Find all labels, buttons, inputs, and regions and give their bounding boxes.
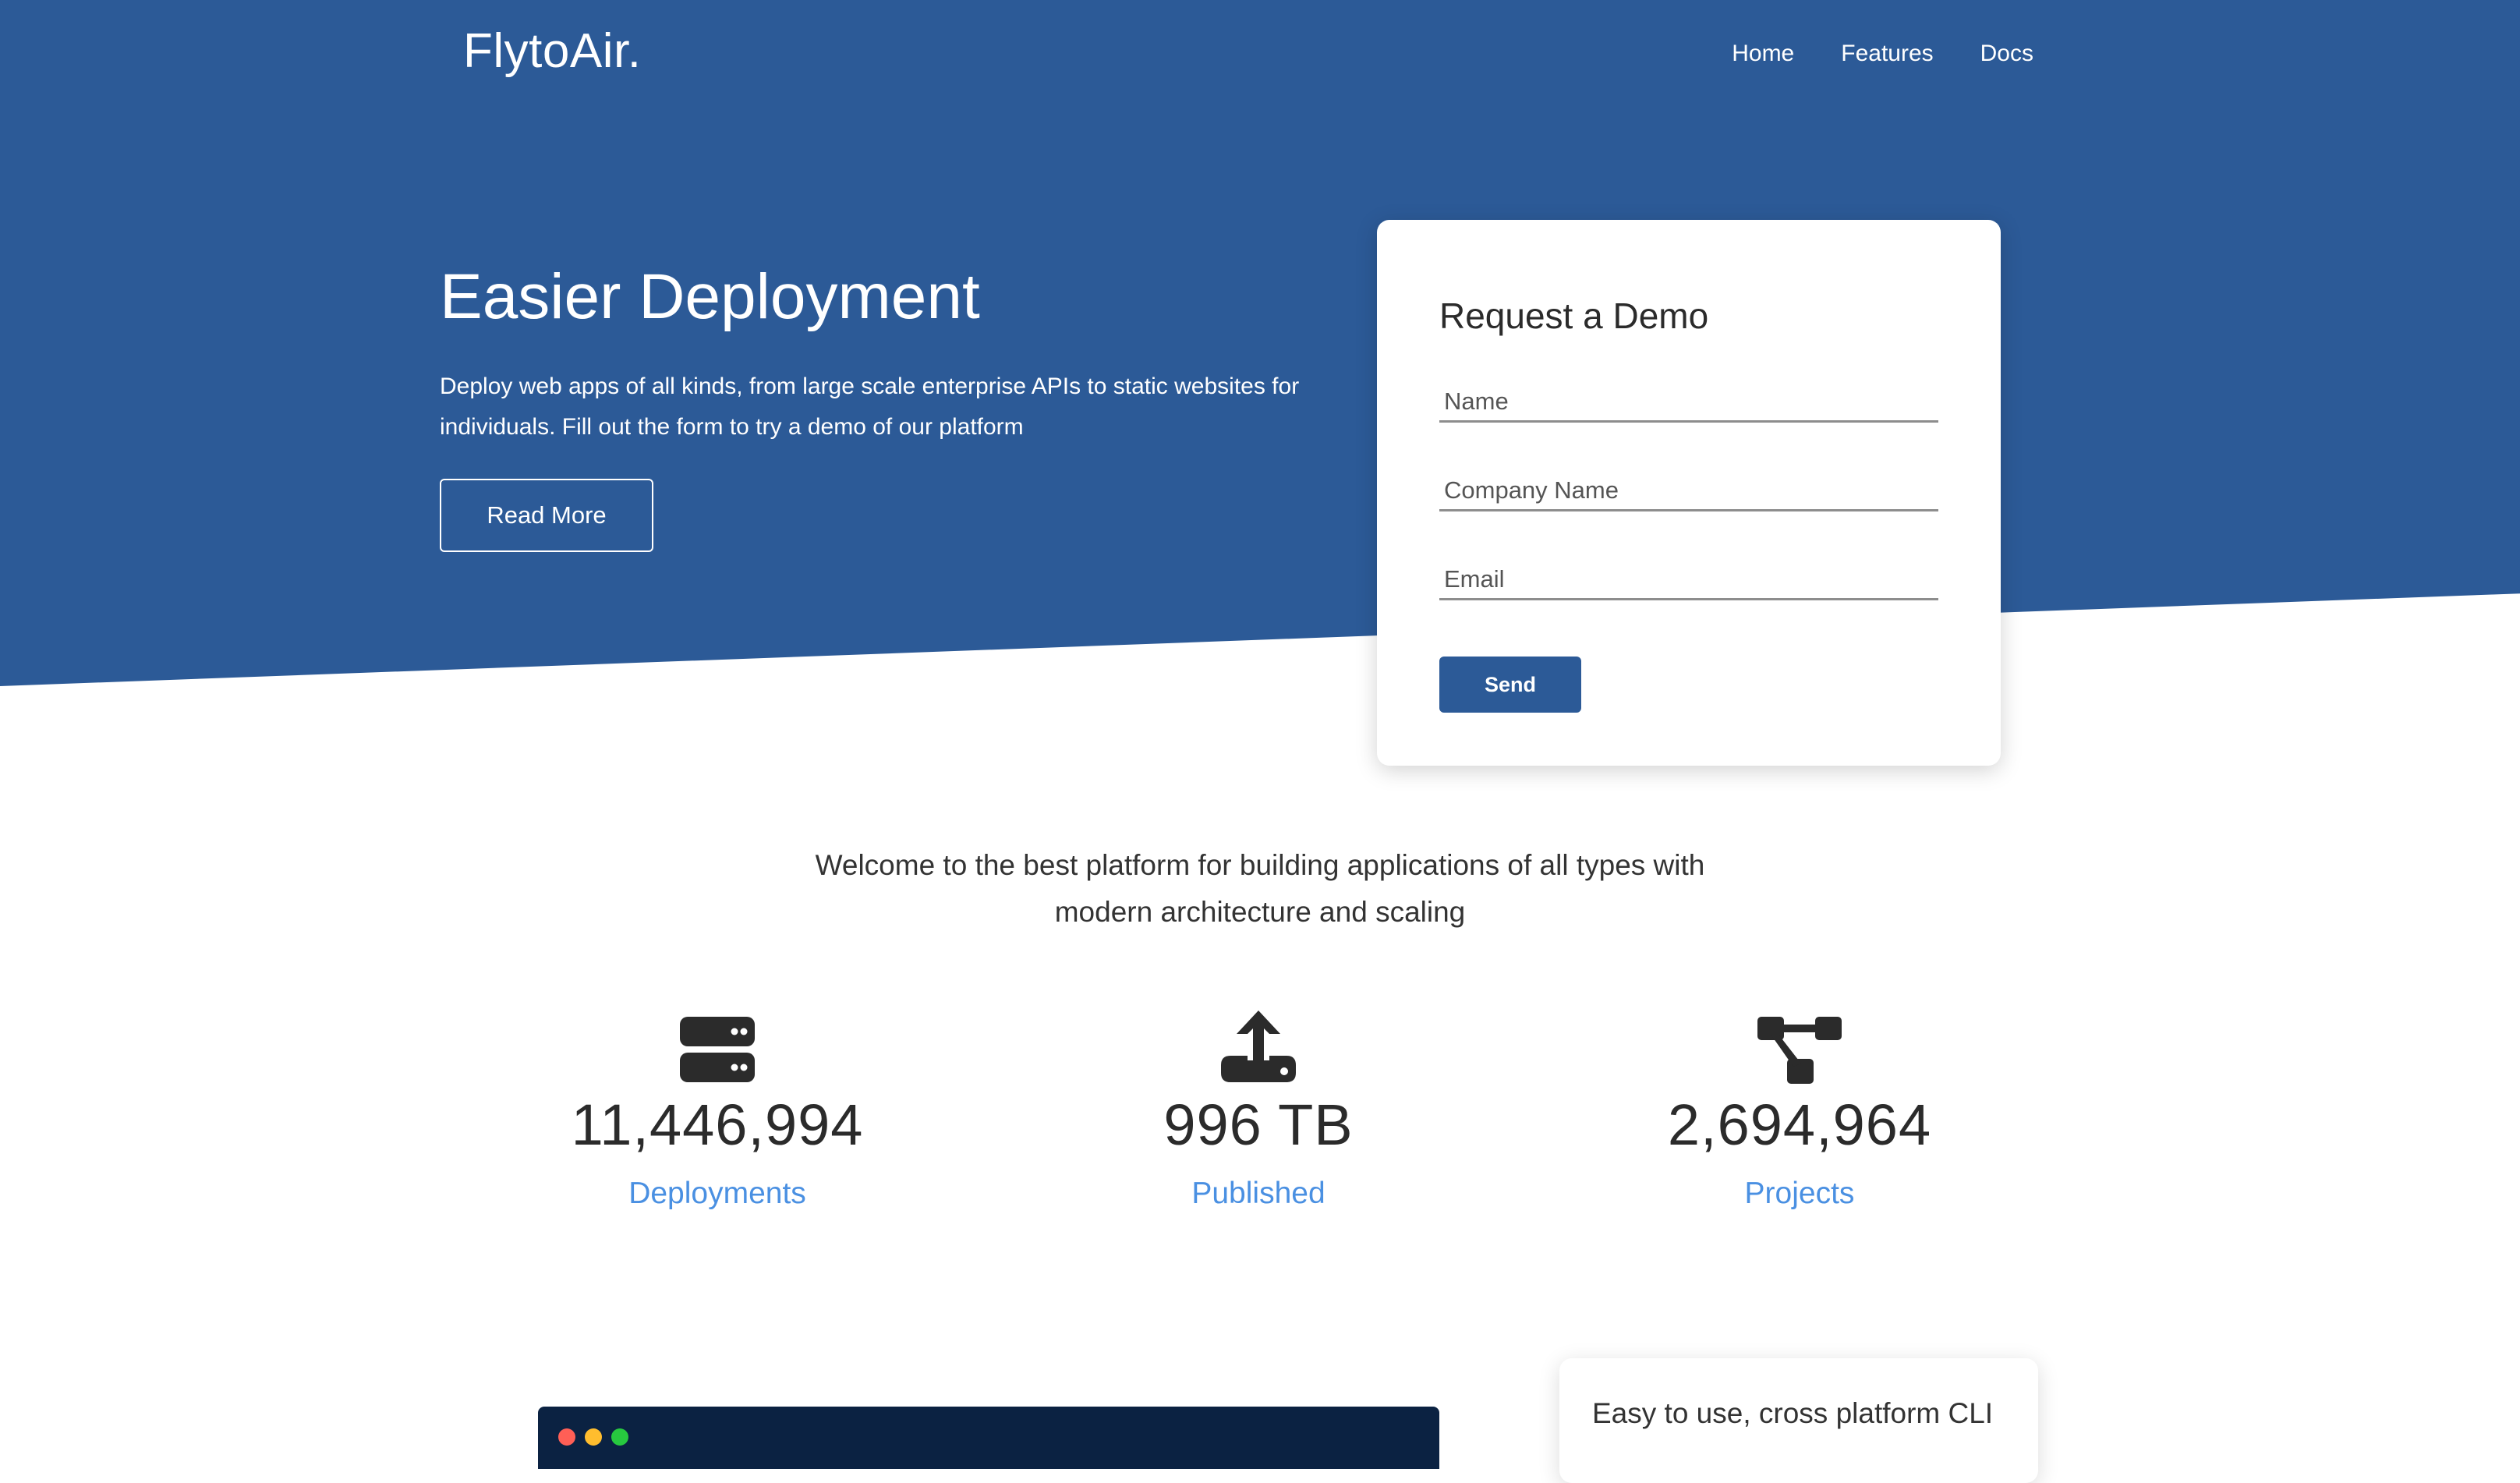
nav-features-link[interactable]: Features bbox=[1841, 41, 1933, 67]
stat-label-link[interactable]: Projects bbox=[1566, 1177, 2033, 1211]
hero-title: Easier Deployment bbox=[440, 261, 980, 332]
minimize-dot-icon bbox=[585, 1428, 602, 1446]
send-button[interactable]: Send bbox=[1439, 657, 1581, 713]
request-demo-card: Request a Demo Send bbox=[1377, 220, 2001, 766]
stat-published: 996 TB Published bbox=[1025, 1007, 1492, 1211]
nav-docs-link[interactable]: Docs bbox=[1980, 41, 2033, 67]
close-dot-icon bbox=[558, 1428, 575, 1446]
project-tree-icon bbox=[1566, 1007, 2033, 1085]
demo-form-title: Request a Demo bbox=[1439, 296, 1709, 336]
name-field[interactable] bbox=[1439, 382, 1938, 423]
hero-description: Deploy web apps of all kinds, from large… bbox=[440, 373, 1300, 440]
top-nav: Home Features Docs bbox=[1732, 41, 2033, 67]
stat-deployments: 11,446,994 Deployments bbox=[483, 1007, 951, 1211]
maximize-dot-icon bbox=[611, 1428, 628, 1446]
stat-value: 996 TB bbox=[1163, 1092, 1354, 1157]
company-name-field[interactable] bbox=[1439, 471, 1938, 511]
welcome-text: Welcome to the best platform for buildin… bbox=[815, 849, 1705, 928]
nav-home-link[interactable]: Home bbox=[1732, 41, 1794, 67]
email-field[interactable] bbox=[1439, 560, 1938, 600]
server-icon bbox=[483, 1007, 951, 1085]
terminal-window bbox=[538, 1407, 1439, 1469]
stat-projects: 2,694,964 Projects bbox=[1566, 1007, 2033, 1211]
upload-icon bbox=[1025, 1007, 1492, 1085]
cli-feature-card: Easy to use, cross platform CLI bbox=[1559, 1358, 2038, 1483]
stat-value: 2,694,964 bbox=[1667, 1092, 1932, 1157]
stat-label-link[interactable]: Published bbox=[1025, 1177, 1492, 1211]
hero-background bbox=[0, 0, 2520, 686]
brand-logo[interactable]: FlytoAir. bbox=[463, 23, 641, 79]
read-more-button[interactable]: Read More bbox=[440, 479, 653, 552]
stat-label-link[interactable]: Deployments bbox=[483, 1177, 951, 1211]
cli-feature-text: Easy to use, cross platform CLI bbox=[1592, 1397, 1994, 1429]
stat-value: 11,446,994 bbox=[571, 1092, 864, 1157]
